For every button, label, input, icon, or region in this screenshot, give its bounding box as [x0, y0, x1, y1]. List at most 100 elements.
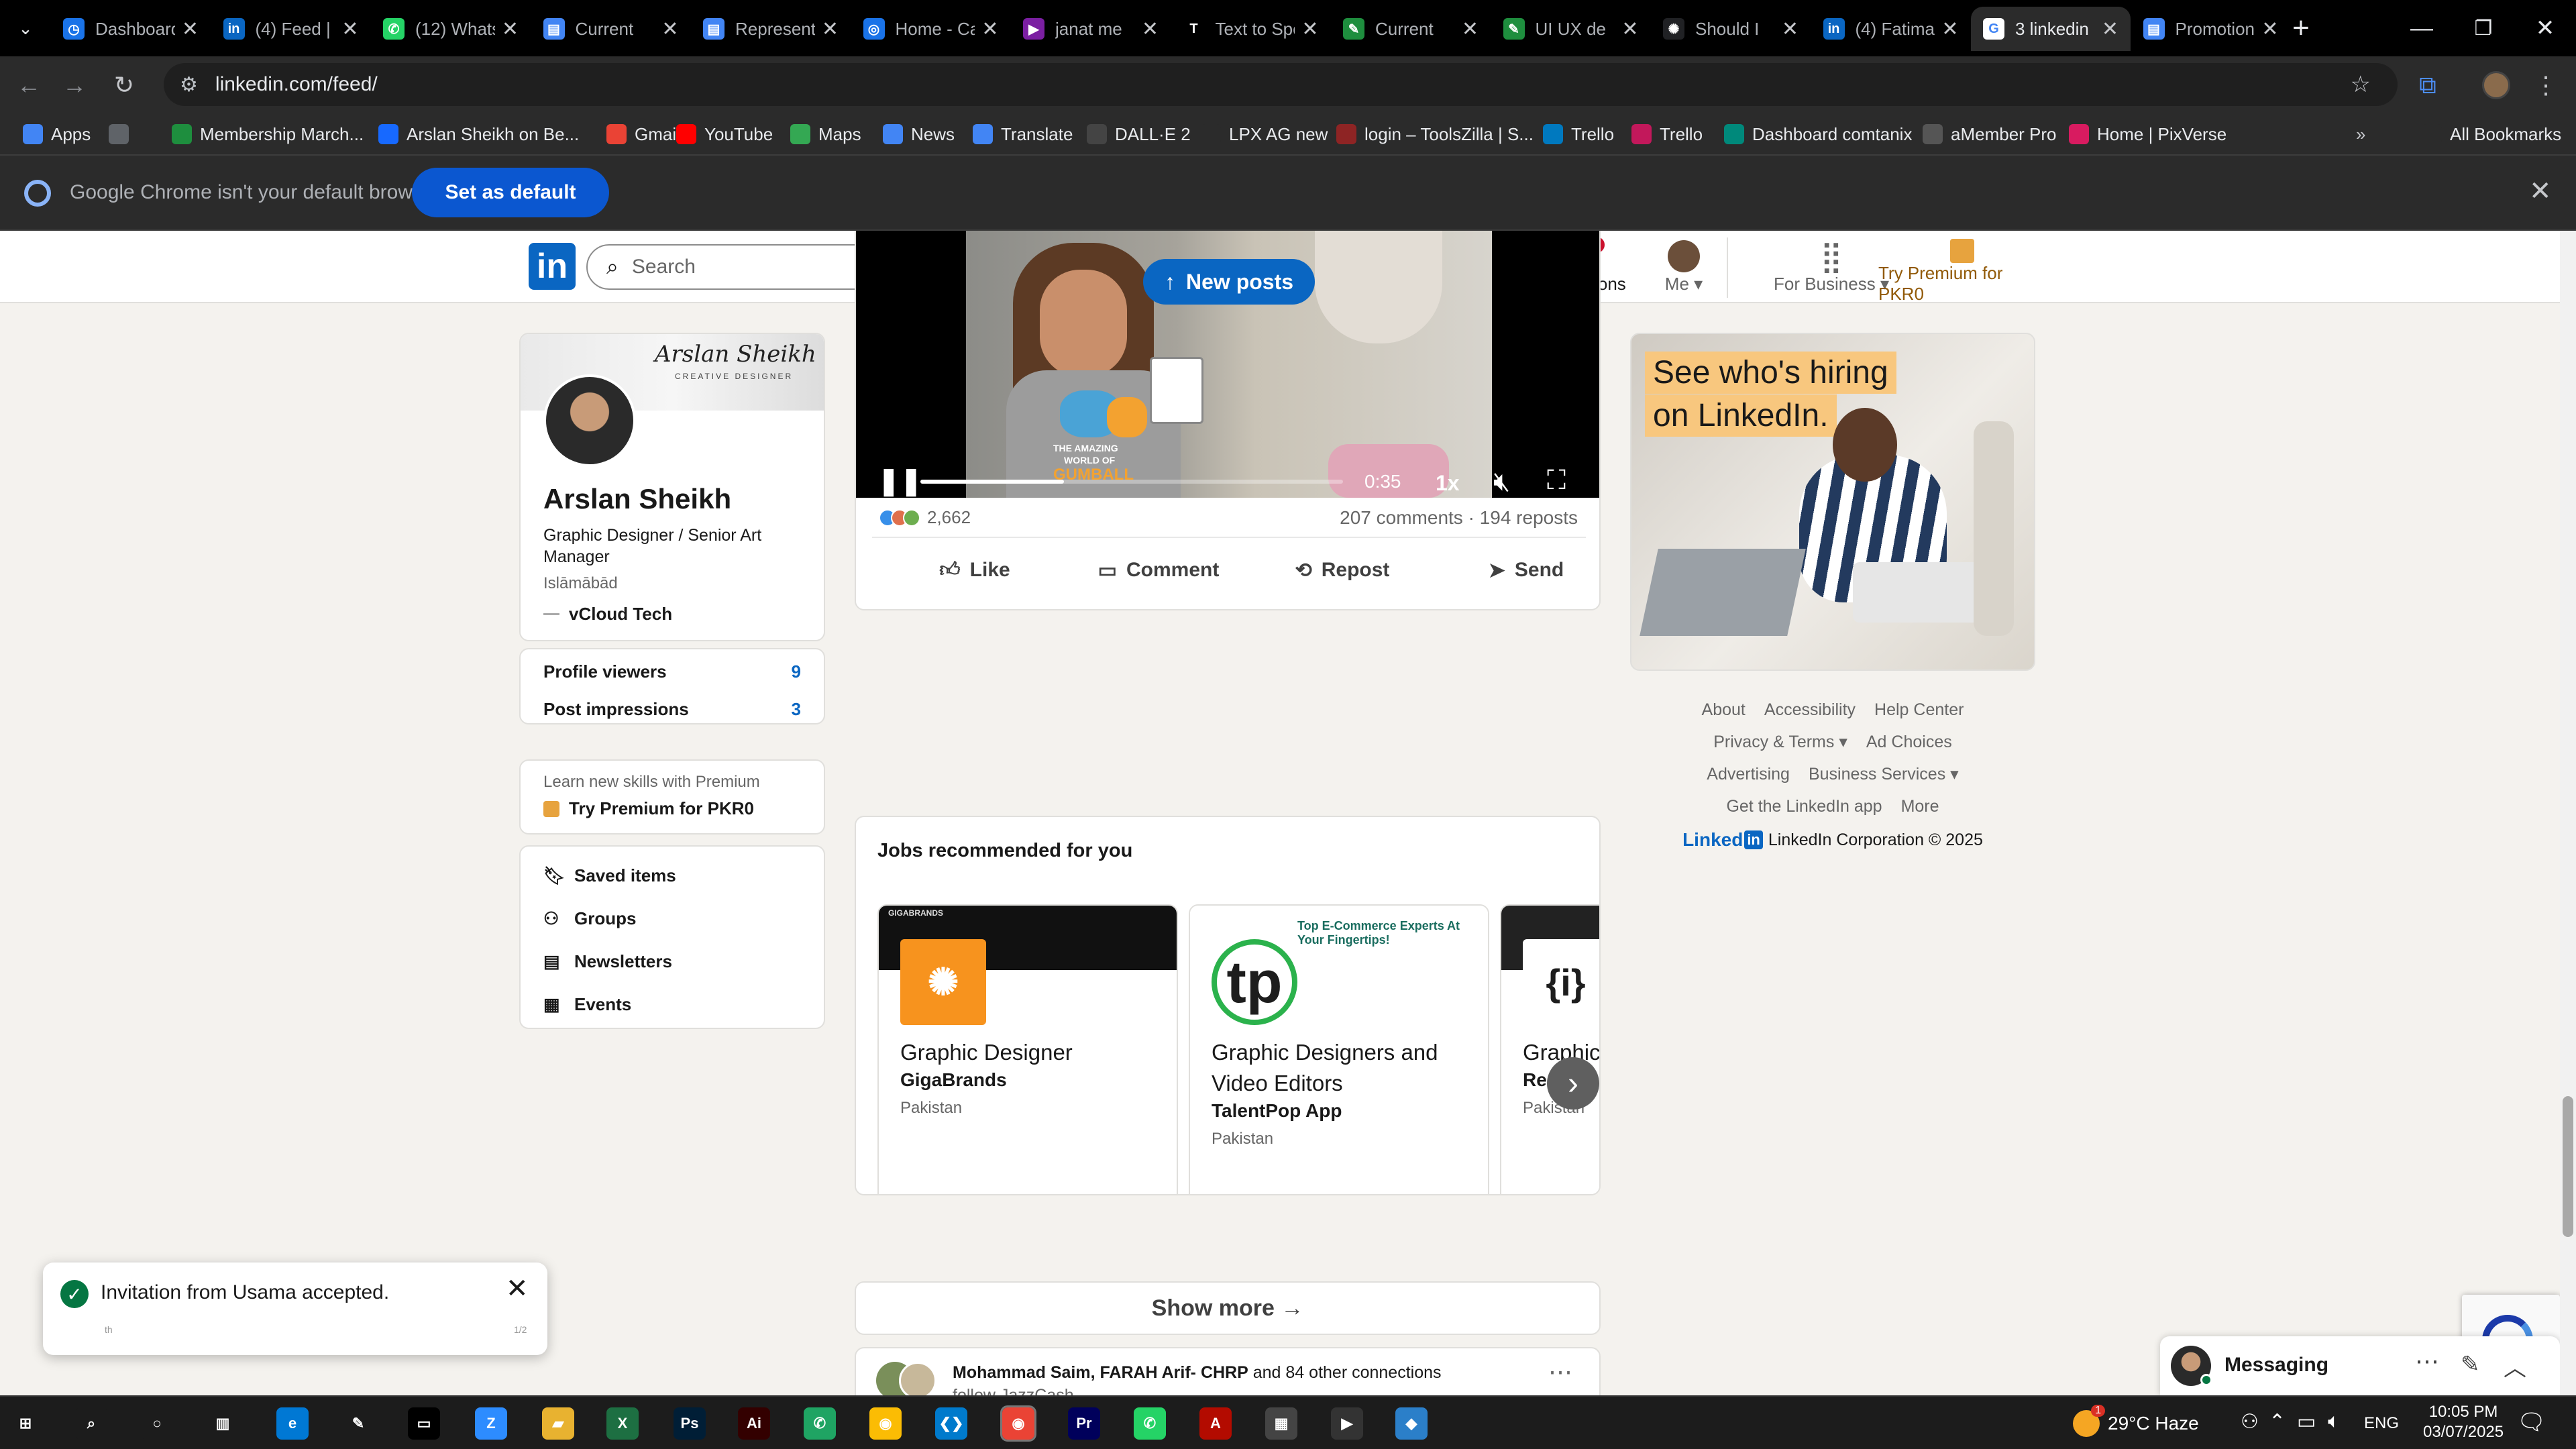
- connection-avatar-2[interactable]: [899, 1362, 936, 1395]
- profile-avatar[interactable]: [2482, 71, 2510, 99]
- carousel-next-button[interactable]: ›: [1547, 1057, 1599, 1110]
- bookmark-item[interactable]: DALL·E 2: [1087, 122, 1191, 146]
- comments-reposts-count[interactable]: 207 comments · 194 reposts: [1340, 507, 1578, 529]
- browser-tab[interactable]: ✎ UI UX de ✕: [1491, 7, 1651, 51]
- shortcut-newsletters[interactable]: ▤ Newsletters: [543, 951, 672, 972]
- bookmark-item[interactable]: Dashboard comtanix: [1724, 122, 1912, 146]
- search-icon[interactable]: ⌕: [75, 1407, 107, 1440]
- profile-stat-row[interactable]: Profile viewers 9: [543, 661, 801, 682]
- browser-tab[interactable]: in (4) Feed | LinkedIn ✕: [211, 7, 371, 51]
- whatsapp-icon[interactable]: ✆: [1134, 1407, 1166, 1440]
- chrome-icon[interactable]: ◉: [869, 1407, 902, 1440]
- acrobat-icon[interactable]: A: [1199, 1407, 1232, 1440]
- site-info-icon[interactable]: ⚙: [180, 73, 198, 97]
- comment-button[interactable]: ▭ Comment: [1067, 543, 1250, 597]
- scrollbar-thumb[interactable]: [2563, 1096, 2573, 1237]
- footer-link[interactable]: Ad Choices: [1866, 726, 1952, 758]
- back-button[interactable]: ←: [15, 71, 43, 99]
- browser-tab[interactable]: ▤ Represent ✕: [691, 7, 851, 51]
- browser-tab[interactable]: ◷ Dashboard ✕: [51, 7, 211, 51]
- profile-card[interactable]: Arslan Sheikh CREATIVE DESIGNER Arslan S…: [519, 333, 825, 641]
- bookmark-item[interactable]: Trello: [1543, 122, 1614, 146]
- terminal-icon[interactable]: ▭: [408, 1407, 440, 1440]
- mute-icon[interactable]: 🔇︎: [1493, 467, 1510, 497]
- tab-close-icon[interactable]: ✕: [1462, 17, 1479, 41]
- excel-icon[interactable]: X: [606, 1407, 639, 1440]
- tab-close-icon[interactable]: ✕: [502, 17, 519, 41]
- calculator-icon[interactable]: ▦: [1265, 1407, 1297, 1440]
- app-icon[interactable]: ◆: [1395, 1407, 1428, 1440]
- bookmark-item[interactable]: Arslan Sheikh on Be...: [378, 122, 579, 146]
- browser-tab[interactable]: T Text to Speech ✕: [1171, 7, 1331, 51]
- messaging-dock[interactable]: Messaging ⋯ ✎ ︿: [2160, 1336, 2560, 1395]
- address-bar[interactable]: ⚙ linkedin.com/feed/ ☆: [164, 63, 2398, 106]
- tab-close-icon[interactable]: ✕: [1621, 17, 1638, 41]
- restore-button[interactable]: ❐: [2453, 0, 2514, 56]
- toast-close-icon[interactable]: ✕: [506, 1273, 529, 1304]
- tab-close-icon[interactable]: ✕: [822, 17, 839, 41]
- tab-close-icon[interactable]: ✕: [1142, 17, 1159, 41]
- job-title[interactable]: Graphic Designer: [900, 1037, 1162, 1068]
- shortcut-events[interactable]: ▦ Events: [543, 994, 631, 1015]
- fullscreen-icon[interactable]: ⛶: [1547, 466, 1566, 496]
- tab-close-icon[interactable]: ✕: [981, 17, 998, 41]
- reactions-summary[interactable]: 2,662: [879, 507, 971, 528]
- illustrator-icon[interactable]: Ai: [738, 1407, 770, 1440]
- profile-stat-row[interactable]: Post impressions 3: [543, 699, 801, 720]
- footer-link[interactable]: More: [1901, 790, 1939, 822]
- shortcut-groups[interactable]: ⚇ Groups: [543, 908, 636, 929]
- browser-tab[interactable]: G 3 linkedin ✕: [1971, 7, 2131, 51]
- cortana-icon[interactable]: ○: [141, 1407, 173, 1440]
- pen-icon[interactable]: ✎: [342, 1407, 374, 1440]
- premiere-icon[interactable]: Pr: [1068, 1407, 1100, 1440]
- set-as-default-button[interactable]: Set as default: [412, 168, 609, 217]
- browser-tab[interactable]: ✆ (12) WhatsApp ✕: [371, 7, 531, 51]
- pause-button[interactable]: ❚❚: [877, 466, 922, 496]
- bookmark-item[interactable]: aMember Pro: [1923, 122, 2057, 146]
- windows-start-icon[interactable]: ⊞: [9, 1407, 42, 1440]
- browser-tab[interactable]: ✎ Current ✕: [1331, 7, 1491, 51]
- bookmark-item[interactable]: Maps: [790, 122, 861, 146]
- tab-close-icon[interactable]: ✕: [182, 17, 199, 41]
- browser-tab[interactable]: ✺ Should I ✕: [1651, 7, 1811, 51]
- messaging-more-icon[interactable]: ⋯: [2415, 1347, 2439, 1375]
- video-player[interactable]: THE AMAZING WORLD OF GUMBALL ↑ New posts…: [856, 231, 1599, 498]
- footer-link[interactable]: Get the LinkedIn app: [1726, 790, 1882, 822]
- tray-chevron-icon[interactable]: ⌃: [2269, 1410, 2286, 1434]
- chrome-active-icon[interactable]: ◉: [1000, 1405, 1036, 1442]
- playback-speed-button[interactable]: 1x: [1436, 471, 1460, 496]
- bookmark-item[interactable]: Apps: [23, 122, 91, 146]
- profile-company[interactable]: vCloud Tech: [543, 604, 672, 625]
- language-indicator[interactable]: ENG: [2364, 1414, 2399, 1433]
- bookmark-item[interactable]: All Bookmarks: [2422, 122, 2561, 146]
- job-card[interactable]: Top E-Commerce Experts At Your Fingertip…: [1189, 904, 1489, 1194]
- job-card[interactable]: GIGABRANDS ✺ Graphic Designer GigaBrands Pak…: [877, 904, 1178, 1194]
- people-icon[interactable]: ⚇: [2241, 1410, 2259, 1434]
- edge-icon[interactable]: e: [276, 1407, 309, 1440]
- extensions-icon[interactable]: ⧉: [2414, 71, 2442, 99]
- video-progress-bar[interactable]: [920, 480, 1343, 484]
- bookmark-item[interactable]: Membership March...: [172, 122, 364, 146]
- job-card[interactable]: {i}Graphics specialistResiluPakistan1 mo…: [1500, 904, 1599, 1194]
- bookmark-item[interactable]: Trello: [1631, 122, 1703, 146]
- task-view-icon[interactable]: ▥: [207, 1407, 239, 1440]
- tab-close-icon[interactable]: ✕: [1301, 17, 1318, 41]
- browser-tab[interactable]: ▤ Promotion ✕: [2131, 7, 2291, 51]
- bookmark-item[interactable]: Home | PixVerse: [2069, 122, 2226, 146]
- forward-button[interactable]: →: [60, 71, 89, 99]
- footer-link[interactable]: Accessibility: [1764, 694, 1856, 726]
- clock[interactable]: 10:05 PM 03/07/2025: [2423, 1402, 2504, 1442]
- weather-widget[interactable]: 1 29°C Haze: [2073, 1405, 2199, 1438]
- bookmark-item[interactable]: YouTube: [676, 122, 773, 146]
- premium-link[interactable]: Try Premium for PKR0: [543, 798, 754, 819]
- photoshop-icon[interactable]: Ps: [674, 1407, 706, 1440]
- repost-button[interactable]: ⟲ Repost: [1250, 543, 1434, 597]
- tab-close-icon[interactable]: ✕: [2102, 17, 2118, 41]
- bookmark-item[interactable]: News: [883, 122, 955, 146]
- job-title[interactable]: Graphic Designers and Video Editors: [1212, 1037, 1473, 1099]
- footer-link[interactable]: Help Center: [1874, 694, 1964, 726]
- footer-link[interactable]: Privacy & Terms ▾: [1713, 726, 1847, 758]
- hiring-ad-card[interactable]: See who's hiring on LinkedIn.: [1630, 333, 2035, 671]
- profile-avatar[interactable]: [543, 374, 636, 467]
- footer-link[interactable]: About: [1702, 694, 1746, 726]
